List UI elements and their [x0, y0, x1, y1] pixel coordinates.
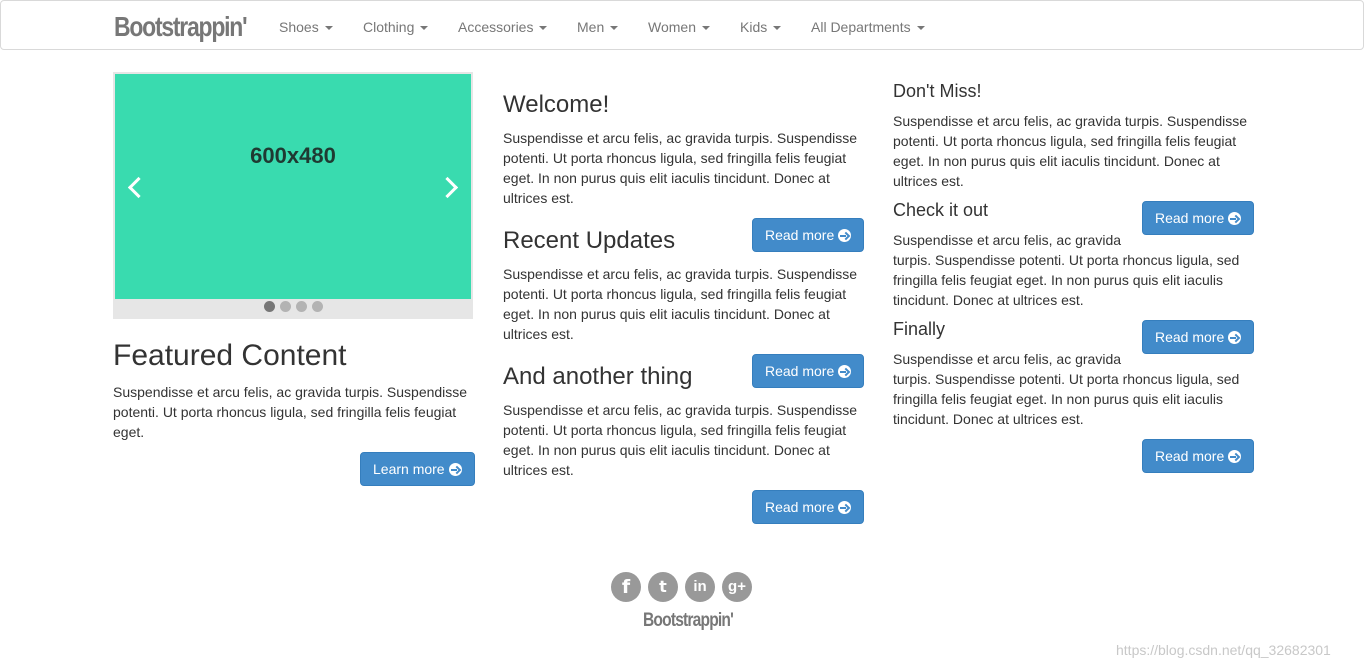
caret-down-icon — [324, 26, 333, 31]
carousel-indicators — [113, 301, 473, 322]
carousel-indicator[interactable] — [263, 301, 275, 312]
nav-item-label: Kids — [740, 19, 768, 35]
finally-title: Finally — [893, 319, 946, 339]
arrow-circle-right-icon — [1228, 450, 1242, 463]
nav-item-all-departments[interactable]: All Departments — [811, 1, 925, 51]
text-wrap-spacer — [1125, 349, 1255, 357]
navbar: Bootstrappin' Shoes Clothing Accessories… — [0, 0, 1364, 50]
nav-item-label: Shoes — [279, 19, 319, 35]
caret-down-icon — [701, 26, 710, 31]
linkedin-glyph: in — [693, 578, 707, 595]
nav-item-label: Accessories — [458, 19, 534, 35]
caret-down-icon — [916, 26, 925, 31]
read-more-button[interactable]: Read more — [752, 354, 865, 388]
carousel: 600x480 — [113, 72, 473, 319]
carousel-indicator[interactable] — [311, 301, 323, 312]
nav-item-label: All Departments — [811, 19, 911, 35]
arrow-circle-right-icon — [1228, 212, 1242, 225]
twitter-icon[interactable]: t — [648, 572, 678, 602]
nav-item-label: Women — [648, 19, 696, 35]
featured-text: Suspendisse et arcu felis, ac gravida tu… — [113, 384, 468, 440]
recent-updates-title: Recent Updates — [503, 227, 676, 254]
another-thing-text: Suspendisse et arcu felis, ac gravida tu… — [503, 402, 858, 478]
another-thing-title: And another thing — [503, 363, 693, 390]
google-plus-icon[interactable]: g+ — [722, 572, 752, 602]
caret-down-icon — [773, 26, 782, 31]
brand-logo[interactable]: Bootstrappin' — [114, 7, 248, 47]
learn-more-button[interactable]: Learn more — [360, 452, 475, 486]
slide-placeholder-label: 600x480 — [250, 143, 336, 168]
nav-item-label: Clothing — [363, 19, 415, 35]
text-wrap-spacer — [1125, 230, 1255, 238]
button-label: Read more — [1155, 448, 1225, 464]
read-more-button[interactable]: Read more — [1142, 439, 1255, 473]
arrow-circle-right-icon — [448, 463, 462, 476]
arrow-circle-right-icon — [838, 365, 852, 378]
arrow-circle-right-icon — [1228, 331, 1242, 344]
finally-text: Suspendisse et arcu felis, ac gravida tu… — [893, 349, 1255, 429]
finally-text-content: Suspendisse et arcu felis, ac gravida tu… — [893, 351, 1240, 427]
carousel-slide[interactable]: 600x480 — [115, 74, 471, 299]
facebook-icon[interactable]: f — [611, 572, 641, 602]
read-more-button[interactable]: Read more — [752, 490, 865, 524]
check-it-out-text: Suspendisse et arcu felis, ac gravida tu… — [893, 230, 1255, 310]
button-label: Read more — [1155, 210, 1225, 226]
linkedin-icon[interactable]: in — [685, 572, 715, 602]
featured-title: Featured Content — [113, 339, 347, 372]
welcome-title: Welcome! — [503, 91, 610, 118]
chevron-right-icon[interactable] — [436, 176, 459, 199]
welcome-text: Suspendisse et arcu felis, ac gravida tu… — [503, 130, 858, 206]
arrow-circle-right-icon — [838, 501, 852, 514]
chevron-left-icon[interactable] — [127, 176, 150, 199]
dont-miss-title: Don't Miss! — [893, 81, 982, 101]
twitter-glyph: t — [659, 577, 667, 596]
nav-item-kids[interactable]: Kids — [740, 1, 782, 51]
nav-item-men[interactable]: Men — [577, 1, 619, 51]
google-plus-glyph: g+ — [728, 578, 746, 595]
button-label: Read more — [765, 227, 835, 243]
caret-down-icon — [420, 26, 429, 31]
nav-item-women[interactable]: Women — [648, 1, 710, 51]
carousel-indicator[interactable] — [279, 301, 291, 312]
caret-down-icon — [610, 26, 619, 31]
check-it-out-text-content: Suspendisse et arcu felis, ac gravida tu… — [893, 232, 1240, 308]
watermark-text: https://blog.csdn.net/qq_32682301 — [1116, 642, 1331, 658]
dont-miss-text: Suspendisse et arcu felis, ac gravida tu… — [893, 113, 1248, 189]
nav-item-accessories[interactable]: Accessories — [458, 1, 548, 51]
nav-item-label: Men — [577, 19, 605, 35]
button-label: Read more — [765, 499, 835, 515]
carousel-indicator[interactable] — [295, 301, 307, 312]
nav-item-clothing[interactable]: Clothing — [363, 1, 429, 51]
facebook-glyph: f — [621, 576, 631, 598]
caret-down-icon — [539, 26, 548, 31]
button-label: Learn more — [373, 461, 445, 477]
footer-brand-logo: Bootstrappin' — [643, 610, 734, 631]
read-more-button[interactable]: Read more — [752, 218, 865, 252]
button-label: Read more — [1155, 329, 1225, 345]
nav-item-shoes[interactable]: Shoes — [279, 1, 333, 51]
recent-updates-text: Suspendisse et arcu felis, ac gravida tu… — [503, 266, 858, 342]
button-label: Read more — [765, 363, 835, 379]
check-it-out-title: Check it out — [893, 200, 989, 220]
arrow-circle-right-icon — [838, 229, 852, 242]
